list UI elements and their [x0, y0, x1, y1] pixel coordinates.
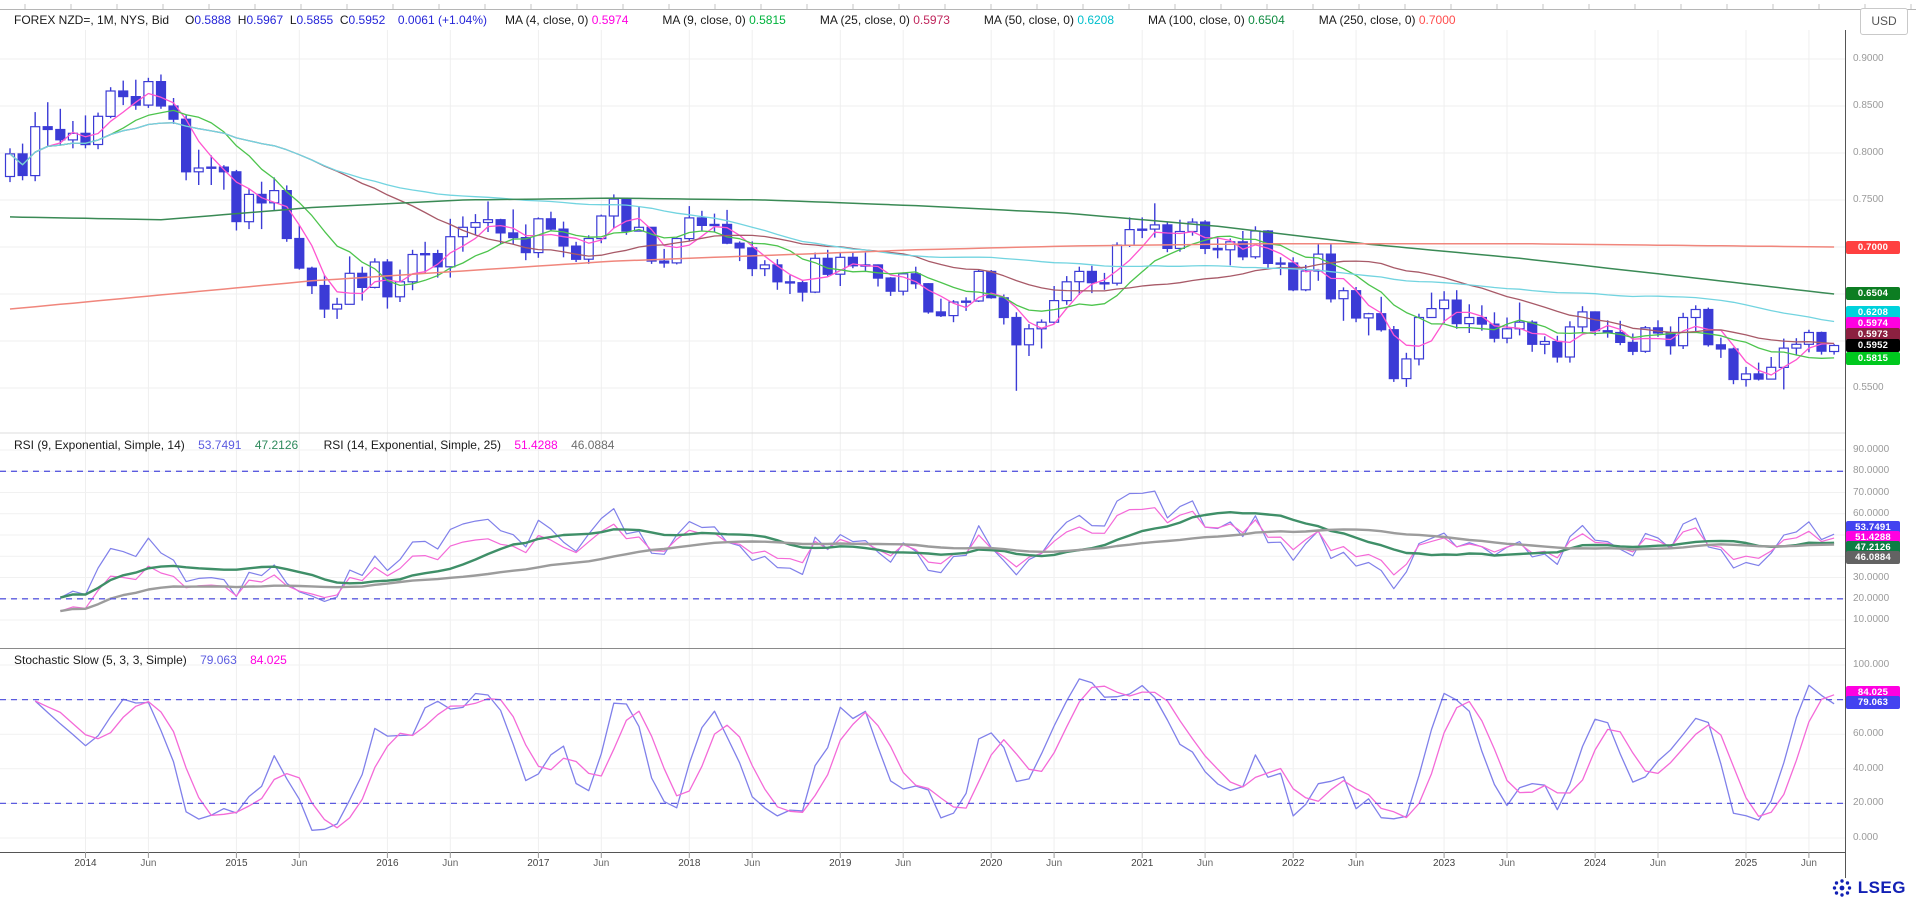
axis-tick-label: 60.0000: [1853, 508, 1889, 519]
rsi-value-2: 51.4288: [514, 438, 557, 452]
stoch-d-value: 84.025: [250, 653, 287, 667]
axis-tick-label: 70.0000: [1853, 487, 1889, 498]
time-axis-label: Jun: [1197, 858, 1213, 869]
ohlc-key: O: [185, 13, 194, 27]
axis-tick-label: 10.0000: [1853, 614, 1889, 625]
time-axis-label: Jun: [1348, 858, 1364, 869]
time-axis-label: Jun: [744, 858, 760, 869]
axis-tick-label: 40.000: [1853, 763, 1884, 774]
ohlc-value: 0.5855: [297, 13, 334, 27]
axis-tick-label: 60.000: [1853, 728, 1884, 739]
time-axis-label: Jun: [140, 858, 156, 869]
rsi-title-1: RSI (9, Exponential, Simple, 14): [14, 438, 185, 452]
time-axis-label: 2023: [1433, 858, 1455, 869]
time-axis-label: 2017: [527, 858, 549, 869]
ohlc-key: C: [340, 13, 349, 27]
time-axis-label: 2021: [1131, 858, 1153, 869]
axis-value-badge: 79.063: [1846, 696, 1900, 709]
time-axis-label: Jun: [1046, 858, 1062, 869]
axis-tick-label: 0.8000: [1853, 147, 1884, 158]
stoch-k-value: 79.063: [200, 653, 237, 667]
time-axis-label: Jun: [291, 858, 307, 869]
axis-value-badge: 0.5815: [1846, 352, 1900, 365]
rsi-value-1: 53.7491: [198, 438, 241, 452]
ma-legend-item: MA (9, close, 0) 0.5815: [662, 13, 785, 27]
time-axis-label: Jun: [1801, 858, 1817, 869]
time-axis-label: 2015: [225, 858, 247, 869]
net-change: 0.0061 (+1.04%): [398, 13, 487, 27]
time-axis-label: Jun: [1499, 858, 1515, 869]
axis-value-badge: 0.5952: [1846, 339, 1900, 352]
ohlc-key: L: [290, 13, 297, 27]
currency-selector[interactable]: USD: [1860, 8, 1908, 35]
time-axis-label: Jun: [895, 858, 911, 869]
axis-tick-label: 0.000: [1853, 832, 1878, 843]
lseg-logo-text: LSEG: [1858, 878, 1906, 898]
ma-legend-item: MA (100, close, 0) 0.6504: [1148, 13, 1285, 27]
ma-legend-item: MA (50, close, 0) 0.6208: [984, 13, 1114, 27]
axis-tick-label: 20.000: [1853, 797, 1884, 808]
time-axis-label: 2014: [74, 858, 96, 869]
ohlc-value: 0.5952: [349, 13, 386, 27]
rsi-legend: RSI (9, Exponential, Simple, 14) 53.7491…: [14, 438, 624, 452]
axis-tick-label: 30.0000: [1853, 572, 1889, 583]
axis-tick-label: 0.5500: [1853, 382, 1884, 393]
time-axis-label: 2024: [1584, 858, 1606, 869]
lseg-logo: LSEG: [1831, 877, 1906, 899]
stochastic-legend: Stochastic Slow (5, 3, 3, Simple) 79.063…: [14, 653, 297, 667]
time-axis-label: 2019: [829, 858, 851, 869]
time-axis-label: 2020: [980, 858, 1002, 869]
time-axis-label: Jun: [1650, 858, 1666, 869]
axis-tick-label: 20.0000: [1853, 593, 1889, 604]
axis-tick-label: 90.0000: [1853, 444, 1889, 455]
ohlc-value: 0.5967: [246, 13, 283, 27]
stoch-title: Stochastic Slow (5, 3, 3, Simple): [14, 653, 187, 667]
ma-legend-item: MA (4, close, 0) 0.5974: [505, 13, 628, 27]
ohlc-legend: O0.5888 H0.5967 L0.5855 C0.5952 0.0061 (…: [185, 13, 487, 27]
time-axis-label: Jun: [593, 858, 609, 869]
time-axis-label: Jun: [442, 858, 458, 869]
axis-tick-label: 0.8500: [1853, 100, 1884, 111]
time-axis-label: 2016: [376, 858, 398, 869]
ma-legend-item: MA (25, close, 0) 0.5973: [820, 13, 950, 27]
time-axis-label: 2025: [1735, 858, 1757, 869]
ma-legend: MA (4, close, 0) 0.5974 MA (9, close, 0) …: [487, 13, 1472, 27]
axis-value-badge: 46.0884: [1846, 551, 1900, 564]
rsi-ma-value-2: 46.0884: [571, 438, 614, 452]
time-axis-label: 2018: [678, 858, 700, 869]
ohlc-value: 0.5888: [194, 13, 231, 27]
axis-tick-label: 0.7500: [1853, 194, 1884, 205]
symbol-label: FOREX NZD=, 1M, NYS, Bid: [14, 13, 169, 27]
chart-legend-bar: FOREX NZD=, 1M, NYS, Bid O0.5888 H0.5967 …: [14, 13, 1472, 33]
lseg-crest-icon: [1831, 877, 1853, 899]
rsi-title-2: RSI (14, Exponential, Simple, 25): [324, 438, 501, 452]
axis-value-badge: 0.7000: [1846, 241, 1900, 254]
rsi-ma-value-1: 47.2126: [255, 438, 298, 452]
axis-tick-label: 80.0000: [1853, 465, 1889, 476]
chart-application-window: FOREX NZD=, 1M, NYS, Bid O0.5888 H0.5967 …: [0, 0, 1916, 905]
time-axis-label: 2022: [1282, 858, 1304, 869]
axis-value-badge: 0.6504: [1846, 287, 1900, 300]
axis-tick-label: 0.9000: [1853, 53, 1884, 64]
axis-tick-label: 100.000: [1853, 659, 1889, 670]
ma-legend-item: MA (250, close, 0) 0.7000: [1319, 13, 1456, 27]
